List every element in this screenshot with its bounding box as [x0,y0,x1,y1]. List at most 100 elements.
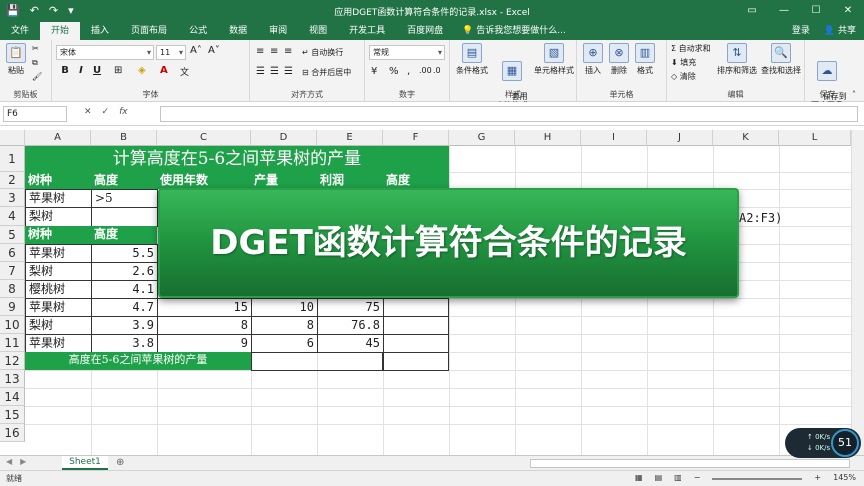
shrink-font-icon[interactable]: A˅ [208,45,220,56]
increase-decimal-icon[interactable]: .00 [419,66,432,75]
autosum-button[interactable]: Σ 自动求和 [671,43,711,54]
row-header[interactable]: 6 [0,244,25,262]
yield-cell[interactable]: 6 [251,334,318,353]
tree-type-cell[interactable]: 梨树 [25,262,92,281]
criteria-header-cell[interactable]: 利润 [317,172,383,189]
clear-button[interactable]: ◇ 清除 [671,71,696,82]
sort-filter-button[interactable]: ⇅ 排序和筛选 [715,40,759,76]
currency-icon[interactable]: ¥ [371,66,377,77]
format-painter-icon[interactable]: 🖌 [32,72,42,81]
align-center-icon[interactable]: ☰ [270,66,279,77]
minimize-icon[interactable]: — [768,0,800,22]
next-sheet-icon[interactable]: ▶ [20,457,26,466]
result-value-cell[interactable] [251,352,383,371]
column-header[interactable]: K [713,130,779,146]
criteria-header-cell[interactable]: 树种 [25,172,91,189]
data-header-cell[interactable]: 树种 [25,226,91,244]
criteria-cell[interactable]: 苹果树 [25,189,92,208]
empty-cell[interactable] [383,316,449,335]
criteria-header-cell[interactable]: 高度 [91,172,157,189]
tree-type-cell[interactable]: 苹果树 [25,244,92,263]
underline-button[interactable]: U [90,65,104,76]
font-name-select[interactable]: 宋体 [56,45,154,60]
tree-type-cell[interactable]: 苹果树 [25,298,92,317]
row-header[interactable]: 12 [0,352,25,370]
row-header[interactable]: 1 [0,146,25,172]
tab-data[interactable]: 数据 [218,22,258,40]
row-header[interactable]: 16 [0,424,25,442]
column-header[interactable]: A [25,130,91,146]
column-header[interactable]: D [251,130,317,146]
tell-me-search[interactable]: 💡 告诉我您想要做什么... [454,22,566,40]
column-header[interactable]: C [157,130,251,146]
insert-function-icon[interactable]: fx [119,107,128,117]
column-header[interactable]: I [581,130,647,146]
tab-developer[interactable]: 开发工具 [338,22,396,40]
format-cells-button[interactable]: ▥ 格式 [623,40,667,76]
align-middle-icon[interactable]: ≡ [270,46,278,57]
formula-input[interactable] [160,106,858,122]
height-cell[interactable]: 3.9 [91,316,158,335]
align-bottom-icon[interactable]: ≡ [284,46,292,57]
wrap-text-button[interactable]: ↵ 自动换行 [302,47,343,58]
collapse-ribbon-icon[interactable]: ˄ [852,90,856,99]
row-header[interactable]: 14 [0,388,25,406]
height-cell[interactable]: 5.5 [91,244,158,263]
maximize-icon[interactable]: ☐ [800,0,832,22]
row-header[interactable]: 13 [0,370,25,388]
column-header[interactable]: G [449,130,515,146]
align-right-icon[interactable]: ☰ [284,66,293,77]
conditional-formatting-button[interactable]: ▤ 条件格式 [450,40,494,76]
years-cell[interactable]: 9 [157,334,252,353]
merge-center-button[interactable]: ⊟ 合并后居中 [302,67,351,78]
find-select-button[interactable]: 🔍 查找和选择 [759,40,803,76]
height-cell[interactable]: 2.6 [91,262,158,281]
font-size-select[interactable]: 11 [156,45,186,60]
normal-view-icon[interactable]: ▦ [635,473,643,482]
row-header[interactable]: 9 [0,298,25,316]
select-all-corner[interactable] [0,130,25,146]
fill-button[interactable]: ⬇ 填充 [671,57,696,68]
empty-cell[interactable] [383,298,449,317]
tab-baidu-netdisk[interactable]: 百度网盘 [396,22,454,40]
tab-formulas[interactable]: 公式 [178,22,218,40]
row-header[interactable]: 10 [0,316,25,334]
column-header[interactable]: F [383,130,449,146]
years-cell[interactable]: 15 [157,298,252,317]
align-top-icon[interactable]: ≡ [256,46,264,57]
sheet-tab[interactable]: Sheet1 [62,456,108,470]
align-left-icon[interactable]: ☰ [256,66,265,77]
tree-type-cell[interactable]: 梨树 [25,316,92,335]
column-header[interactable]: B [91,130,157,146]
row-header[interactable]: 3 [0,189,25,207]
data-header-cell[interactable]: 高度 [91,226,157,244]
criteria-header-cell[interactable]: 产量 [251,172,317,189]
row-header[interactable]: 8 [0,280,25,298]
number-format-select[interactable]: 常规 [369,45,445,60]
ribbon-display-icon[interactable]: ▭ [736,0,768,22]
close-icon[interactable]: ✕ [832,0,864,22]
italic-button[interactable]: I [74,65,88,76]
cancel-icon[interactable]: ✕ [84,107,92,117]
column-header[interactable]: H [515,130,581,146]
phonetic-icon[interactable]: 文 [180,65,189,78]
page-break-view-icon[interactable]: ▥ [674,473,682,482]
zoom-slider[interactable] [712,477,803,480]
zoom-in-icon[interactable]: + [814,473,821,482]
height-cell[interactable]: 3.8 [91,334,158,353]
decrease-decimal-icon[interactable]: .0 [433,66,441,75]
criteria-header-cell[interactable]: 高度 [383,172,449,189]
tab-view[interactable]: 视图 [298,22,338,40]
criteria-header-cell[interactable]: 使用年数 [157,172,251,189]
comma-style-icon[interactable]: , [407,66,410,77]
tree-type-cell[interactable]: 樱桃树 [25,280,92,299]
borders-icon[interactable]: ⊞ [114,65,122,76]
height-cell[interactable]: 4.1 [91,280,158,299]
tree-type-cell[interactable]: 苹果树 [25,334,92,353]
criteria-cell[interactable]: 梨树 [25,207,92,227]
add-sheet-icon[interactable]: ⊕ [116,457,124,468]
row-header[interactable]: 11 [0,334,25,352]
percent-icon[interactable]: % [389,66,399,77]
profit-cell[interactable]: 75 [317,298,384,317]
paste-button[interactable]: 📋 粘贴 [2,40,30,76]
